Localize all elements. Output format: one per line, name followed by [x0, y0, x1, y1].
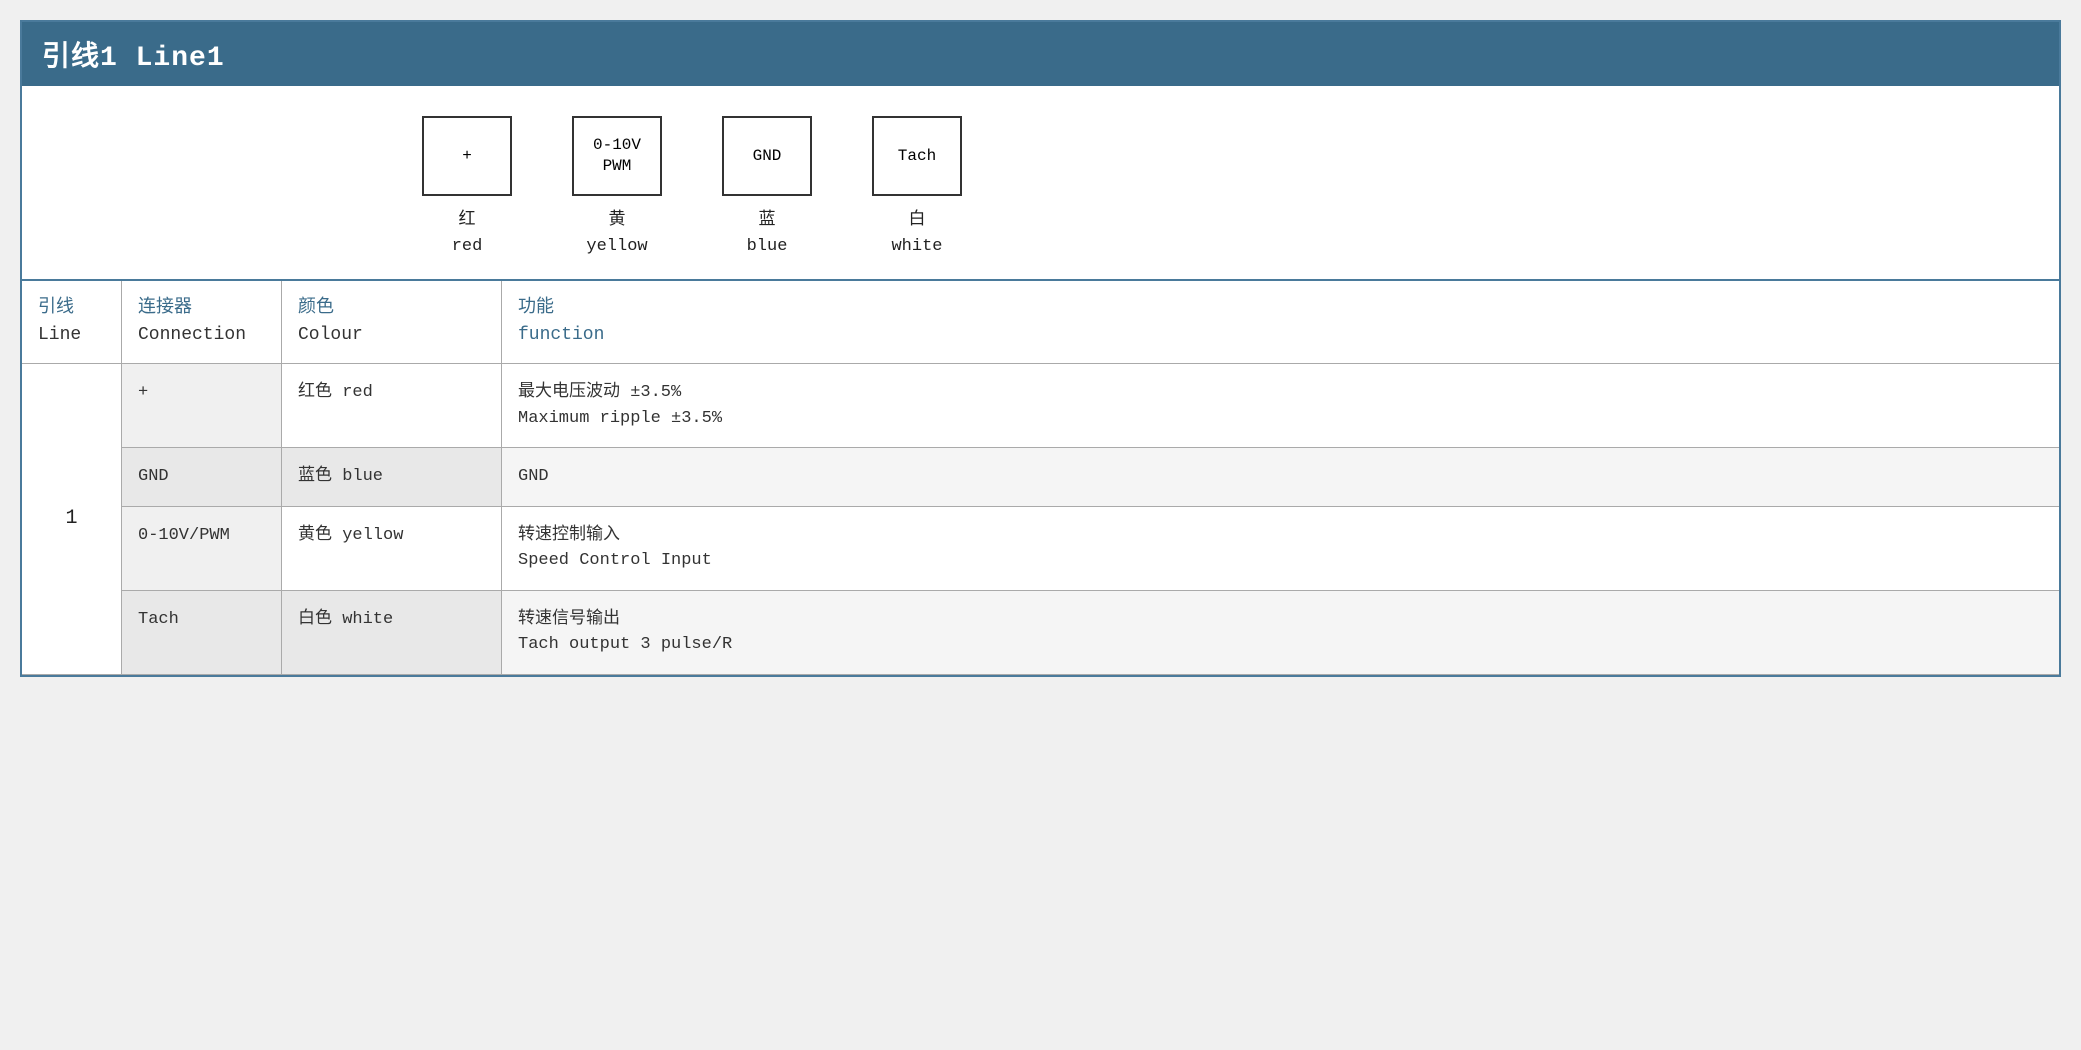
colour-en: Colour	[298, 322, 485, 349]
pin-label-0: 红red	[452, 208, 483, 259]
col-colour-header: 颜色 Colour	[282, 281, 502, 363]
table-section: 引线 Line 连接器 Connection 颜色 Colour 功能 func…	[22, 281, 2059, 675]
connection-col-3: Tach	[122, 591, 282, 674]
connection-en: Connection	[138, 322, 265, 349]
pin-box-3: Tach	[872, 116, 962, 196]
sub-rows-0: +红色 red最大电压波动 ±3.5%Maximum ripple ±3.5%G…	[122, 364, 2059, 675]
main-container: 引线1 Line1 + 红red 0-10V PWM 黄yellow GND 蓝blue T…	[20, 20, 2061, 677]
col-line-header: 引线 Line	[22, 281, 122, 363]
pin-item-1: 0-10V PWM 黄yellow	[572, 116, 662, 259]
table-row: +红色 red最大电压波动 ±3.5%Maximum ripple ±3.5%	[122, 364, 2059, 448]
table-row: Tach白色 white转速信号输出Tach output 3 pulse/R	[122, 591, 2059, 675]
col-connection-header: 连接器 Connection	[122, 281, 282, 363]
colour-cn: 颜色	[298, 295, 485, 322]
connection-col-2: 0-10V/PWM	[122, 507, 282, 590]
pin-label-3: 白white	[891, 208, 942, 259]
function-en: function	[518, 322, 2043, 349]
line-cn: 引线	[38, 295, 105, 322]
function-col-2: 转速控制输入Speed Control Input	[502, 507, 2059, 590]
diagram-section: + 红red 0-10V PWM 黄yellow GND 蓝blue Tach 白white	[22, 86, 2059, 281]
pin-diagram: + 红red 0-10V PWM 黄yellow GND 蓝blue Tach 白white	[422, 116, 962, 259]
pin-box-0: +	[422, 116, 512, 196]
function-col-0: 最大电压波动 ±3.5%Maximum ripple ±3.5%	[502, 364, 2059, 447]
colour-col-1: 蓝色 blue	[282, 448, 502, 506]
pin-label-1: 黄yellow	[586, 208, 647, 259]
connection-col-1: GND	[122, 448, 282, 506]
pin-item-0: + 红red	[422, 116, 512, 259]
title-text: 引线1 Line1	[42, 43, 225, 74]
connection-col-0: +	[122, 364, 282, 447]
title-bar: 引线1 Line1	[22, 22, 2059, 86]
pin-item-2: GND 蓝blue	[722, 116, 812, 259]
colour-col-0: 红色 red	[282, 364, 502, 447]
col-function-header: 功能 function	[502, 281, 2059, 363]
data-rows-container: VENTF 1+红色 red最大电压波动 ±3.5%Maximum ripple…	[22, 364, 2059, 675]
connection-cn: 连接器	[138, 295, 265, 322]
function-cn: 功能	[518, 295, 2043, 322]
pin-box-1: 0-10V PWM	[572, 116, 662, 196]
function-col-3: 转速信号输出Tach output 3 pulse/R	[502, 591, 2059, 674]
colour-col-3: 白色 white	[282, 591, 502, 674]
colour-col-2: 黄色 yellow	[282, 507, 502, 590]
line-en: Line	[38, 322, 105, 349]
pin-box-2: GND	[722, 116, 812, 196]
line-number-0: 1	[22, 364, 122, 675]
pin-label-2: 蓝blue	[747, 208, 788, 259]
table-row: GND蓝色 blueGND	[122, 448, 2059, 507]
function-col-1: GND	[502, 448, 2059, 506]
pin-item-3: Tach 白white	[872, 116, 962, 259]
table-row: 0-10V/PWM黄色 yellow转速控制输入Speed Control In…	[122, 507, 2059, 591]
table-header-row: 引线 Line 连接器 Connection 颜色 Colour 功能 func…	[22, 281, 2059, 364]
